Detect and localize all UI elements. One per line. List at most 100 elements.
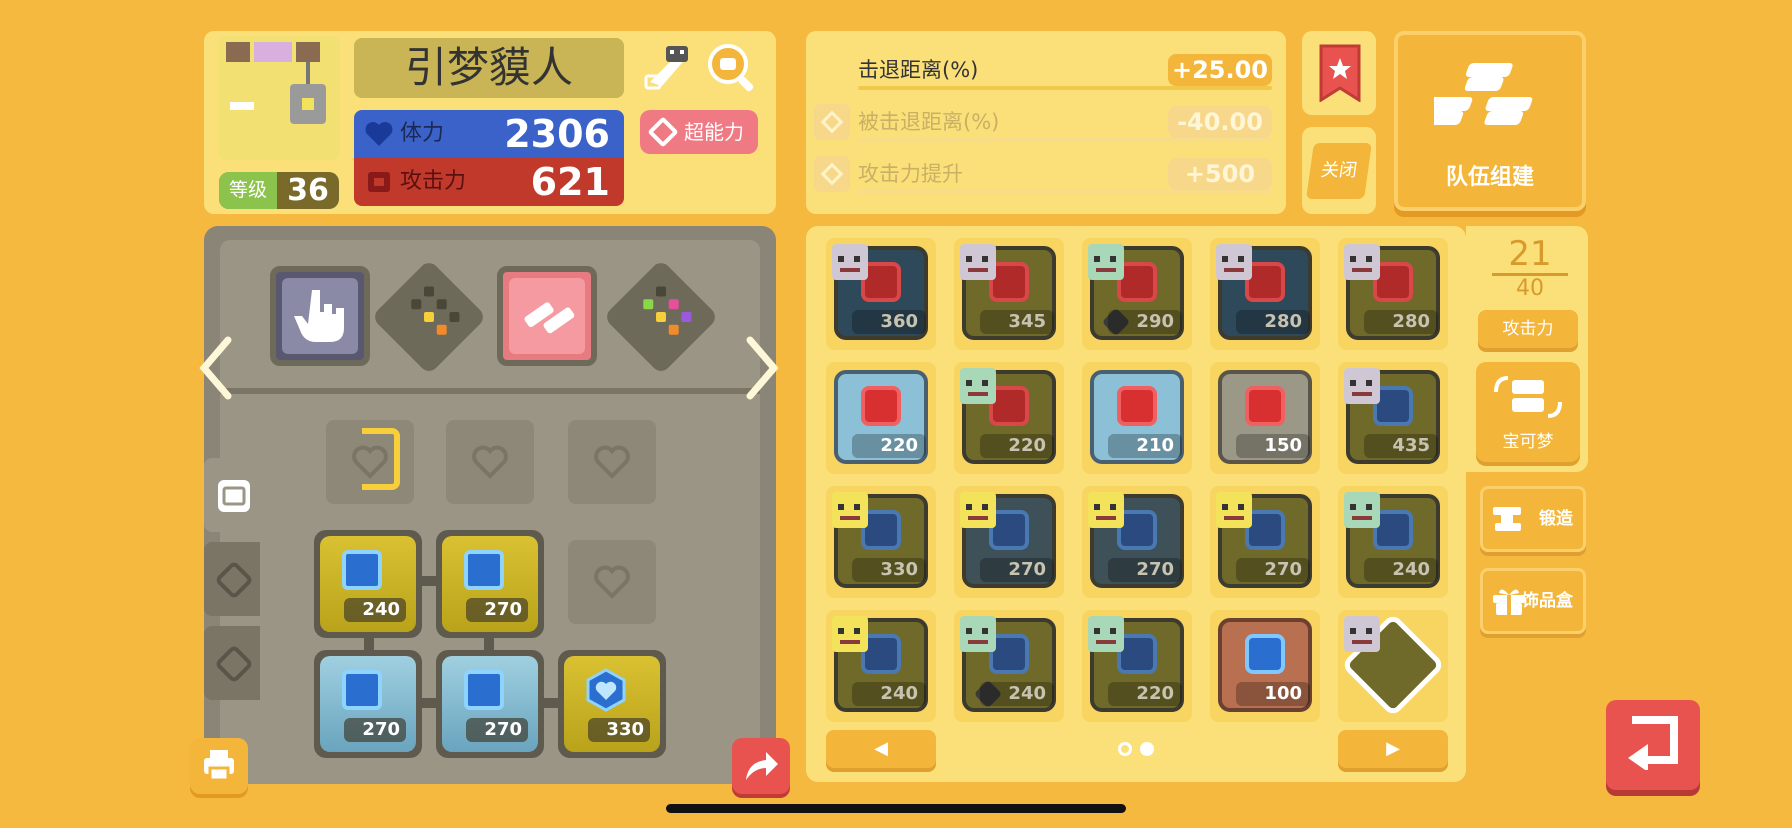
team-build-button[interactable]: 队伍组建 xyxy=(1394,31,1586,211)
search-pokemon-icon[interactable] xyxy=(706,42,758,94)
stone-value: 270 xyxy=(1108,558,1182,582)
stone-cell[interactable]: 345 xyxy=(954,238,1064,350)
skill-value: +25.00 xyxy=(1168,54,1272,86)
owner-pokemon-icon xyxy=(1344,244,1380,280)
stone-cell[interactable]: 290 xyxy=(1082,238,1192,350)
attack-icon xyxy=(368,172,390,192)
close-button[interactable]: 关闭 xyxy=(1306,143,1372,199)
skill-label: 被击退距离(%) xyxy=(858,110,1000,134)
return-arrow-icon xyxy=(1628,716,1678,770)
heart-gem-icon xyxy=(342,550,382,590)
equipped-stone[interactable]: 270 xyxy=(436,530,544,638)
equipped-stone[interactable]: 270 xyxy=(436,650,544,758)
swap-icon xyxy=(218,480,250,512)
share-button[interactable] xyxy=(732,738,790,794)
level-label: 等级 xyxy=(219,172,277,209)
stone-value: 330 xyxy=(588,718,650,742)
stone-cell[interactable]: 270 xyxy=(1082,486,1192,598)
psychic-move-icon xyxy=(524,302,575,334)
print-button[interactable] xyxy=(190,738,248,794)
board-tab-1[interactable] xyxy=(204,542,260,616)
stone-value: 220 xyxy=(1108,682,1182,706)
board-tab-swap[interactable] xyxy=(204,458,260,532)
stone-cell[interactable]: 240 xyxy=(826,610,936,722)
board-tab-2[interactable] xyxy=(204,626,260,700)
stone-cell[interactable]: 360 xyxy=(826,238,936,350)
stone-cell[interactable]: 280 xyxy=(1338,238,1448,350)
stone-cell[interactable]: 150 xyxy=(1210,362,1320,474)
previous-pokemon-arrow[interactable] xyxy=(196,336,236,400)
stone-cell[interactable]: 220 xyxy=(954,362,1064,474)
stone-cell[interactable]: 280 xyxy=(1210,238,1320,350)
stone-cell[interactable]: 330 xyxy=(826,486,936,598)
accessory-box-button[interactable]: 饰品盒 xyxy=(1480,568,1586,634)
owner-pokemon-icon xyxy=(960,368,996,404)
skill-slot-psychic[interactable] xyxy=(497,266,597,366)
stone-value: 330 xyxy=(852,558,926,582)
stone-value: 220 xyxy=(852,434,926,458)
stone-value: 240 xyxy=(852,682,926,706)
heart-gem-icon xyxy=(342,670,382,710)
heart-gem-icon xyxy=(464,670,504,710)
stone-cell[interactable]: 240 xyxy=(954,610,1064,722)
accessory-box-label: 饰品盒 xyxy=(1522,591,1573,611)
sort-attack-button[interactable]: 攻击力 xyxy=(1478,310,1578,348)
hp-label: 体力 xyxy=(400,121,445,146)
owner-pokemon-icon xyxy=(1344,492,1380,528)
forge-button[interactable]: 锻造 xyxy=(1480,486,1586,552)
empty-stone-slot[interactable] xyxy=(446,420,534,504)
owner-pokemon-icon xyxy=(1216,492,1252,528)
attack-gem-icon xyxy=(1117,386,1157,426)
skill-row-attack-boost: 攻击力提升 +500 xyxy=(858,156,1272,196)
owner-pokemon-icon xyxy=(832,616,868,652)
psychic-icon xyxy=(647,116,679,148)
stone-value: 240 xyxy=(344,598,406,622)
skill-label: 击退距离(%) xyxy=(858,58,979,82)
empty-stone-slot[interactable] xyxy=(568,540,656,624)
prev-page-button[interactable]: ◀ xyxy=(826,730,936,768)
next-pokemon-arrow[interactable] xyxy=(742,336,782,400)
equipped-stone[interactable]: 270 xyxy=(314,650,422,758)
bookmark-icon[interactable] xyxy=(1319,44,1361,102)
next-page-button[interactable]: ▶ xyxy=(1338,730,1448,768)
print-icon xyxy=(204,750,234,782)
share-arrow-icon xyxy=(746,752,778,780)
stone-cell[interactable]: 240 xyxy=(1338,486,1448,598)
stone-cell[interactable]: 270 xyxy=(954,486,1064,598)
pokemon-label: 宝可梦 xyxy=(1502,432,1554,452)
stone-cell[interactable]: 435 xyxy=(1338,362,1448,474)
stone-value: 150 xyxy=(1236,434,1310,458)
move-type-icon[interactable] xyxy=(642,42,694,92)
pokemon-button[interactable]: 宝可梦 xyxy=(1476,362,1580,462)
stone-cell[interactable]: 210 xyxy=(1082,362,1192,474)
stone-cell[interactable]: 270 xyxy=(1210,486,1320,598)
pokemon-name: 引梦貘人 xyxy=(354,38,624,98)
attack-value: 621 xyxy=(530,160,610,204)
heart-outline-icon xyxy=(594,565,630,599)
attack-gem-icon xyxy=(861,386,901,426)
equipped-stone[interactable]: 330 xyxy=(558,650,666,758)
stone-value: 210 xyxy=(1108,434,1182,458)
pokemon-swap-icon xyxy=(1494,376,1562,418)
stone-cell[interactable]: 220 xyxy=(1082,610,1192,722)
page-indicator[interactable] xyxy=(1118,742,1132,756)
page-indicator-active[interactable] xyxy=(1140,742,1154,756)
empty-stone-slot[interactable] xyxy=(568,420,656,504)
stone-value: 270 xyxy=(466,598,528,622)
owner-pokemon-icon xyxy=(1344,616,1380,652)
skill-slot-attack[interactable] xyxy=(270,266,370,366)
psychic-button[interactable]: 超能力 xyxy=(640,110,758,154)
stone-value: 360 xyxy=(852,310,926,334)
stone-count-total: 40 xyxy=(1516,276,1544,301)
level-box: 等级 36 xyxy=(219,172,339,209)
equipped-stone[interactable]: 240 xyxy=(314,530,422,638)
locked-skill-icon xyxy=(814,156,850,192)
skill-value: +500 xyxy=(1168,158,1272,190)
stone-cell[interactable] xyxy=(1338,610,1448,722)
hp-value: 2306 xyxy=(504,112,610,156)
back-button[interactable] xyxy=(1606,700,1700,790)
stone-count-used: 21 xyxy=(1508,234,1552,274)
stone-cell[interactable]: 100 xyxy=(1210,610,1320,722)
stone-cell[interactable]: 220 xyxy=(826,362,936,474)
owner-pokemon-icon xyxy=(832,492,868,528)
